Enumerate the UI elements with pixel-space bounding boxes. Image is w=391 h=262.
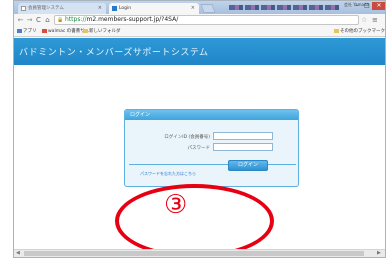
tab-close-icon[interactable]: × bbox=[98, 3, 102, 14]
lock-icon: 🔒 bbox=[57, 17, 64, 23]
site-title: バドミントン・メンバーズサポートシステム bbox=[19, 48, 209, 58]
bookmark-site-icon bbox=[42, 28, 47, 33]
minimize-button[interactable]: – bbox=[352, 2, 362, 10]
password-field[interactable] bbox=[213, 143, 273, 161]
site-header: バドミントン・メンバーズサポートシステム bbox=[14, 38, 385, 65]
folder-icon bbox=[334, 28, 339, 33]
bookmark-apps[interactable]: アプリ bbox=[17, 27, 37, 37]
home-icon[interactable]: ⌂ bbox=[43, 15, 52, 25]
tab-member-system[interactable]: 会員管理システム × bbox=[18, 3, 106, 14]
login-button[interactable]: ログイン bbox=[228, 160, 268, 171]
back-arrow-icon[interactable]: ← bbox=[16, 15, 25, 25]
password-label: パスワード bbox=[187, 146, 211, 151]
tab-label: 会員管理システム bbox=[28, 6, 64, 11]
login-heading: ログイン bbox=[125, 110, 298, 120]
url-text: m2.members-support.jp/?4SA/ bbox=[86, 16, 179, 23]
browser-window: 会員管理システム × Login × 会社 Yamada – □ ✕ ← → C… bbox=[13, 0, 386, 258]
close-window-button[interactable]: ✕ bbox=[372, 2, 385, 10]
tab-label: Login bbox=[119, 6, 132, 11]
tab-strip: 会員管理システム × Login × 会社 Yamada – □ ✕ bbox=[14, 1, 385, 14]
annotation-circle bbox=[115, 184, 274, 257]
redacted-tabs bbox=[229, 5, 339, 10]
login-panel: ログイン ログインID (会員番号) パスワード パスワードを忘れた方はこちら bbox=[124, 109, 299, 187]
bookmark-label: その他のブックマーク bbox=[340, 29, 385, 34]
maximize-button[interactable]: □ bbox=[362, 2, 372, 10]
forgot-password-link[interactable]: パスワードを忘れた方はこちら bbox=[140, 171, 196, 177]
scrollbar-thumb[interactable] bbox=[24, 251, 364, 256]
page-favicon-icon bbox=[21, 6, 26, 11]
new-tab-button[interactable] bbox=[200, 4, 216, 13]
apps-grid-icon bbox=[17, 28, 22, 33]
login-id-field[interactable] bbox=[213, 132, 273, 150]
address-bar[interactable]: 🔒 https://m2.members-support.jp/?4SA/ bbox=[54, 15, 359, 25]
scroll-left-icon[interactable]: ◀ bbox=[16, 250, 20, 257]
forward-arrow-icon[interactable]: → bbox=[25, 15, 34, 25]
bookmark-new-folder[interactable]: 新しいフォルダ bbox=[83, 27, 121, 37]
tab-close-icon[interactable]: × bbox=[191, 3, 195, 14]
scroll-right-icon[interactable]: ▶ bbox=[377, 250, 381, 257]
url-scheme: https:// bbox=[65, 16, 87, 23]
bookmarks-bar: アプリ walmac の書斎サ... 新しいフォルダ その他のブックマーク bbox=[14, 27, 385, 37]
login-id-label: ログインID (会員番号) bbox=[164, 135, 210, 140]
horizontal-scrollbar[interactable]: ◀ ▶ bbox=[14, 249, 385, 257]
login-divider bbox=[129, 164, 296, 165]
folder-icon bbox=[83, 28, 88, 33]
tab-login[interactable]: Login × bbox=[109, 3, 199, 14]
bookmark-label: アプリ bbox=[23, 29, 37, 34]
other-bookmarks[interactable]: その他のブックマーク bbox=[334, 27, 385, 37]
bookmark-label: 新しいフォルダ bbox=[89, 29, 121, 34]
annotation-step-number: ③ bbox=[164, 190, 188, 220]
browser-toolbar: ← → C ⌂ 🔒 https://m2.members-support.jp/… bbox=[14, 14, 385, 27]
reload-icon[interactable]: C bbox=[34, 15, 43, 25]
browser-menu-icon[interactable]: ≡ bbox=[372, 15, 378, 25]
bookmark-star-icon[interactable]: ☆ bbox=[361, 15, 367, 25]
bookmark-walmac[interactable]: walmac の書斎サ... bbox=[42, 27, 89, 37]
site-favicon-icon bbox=[112, 6, 117, 11]
